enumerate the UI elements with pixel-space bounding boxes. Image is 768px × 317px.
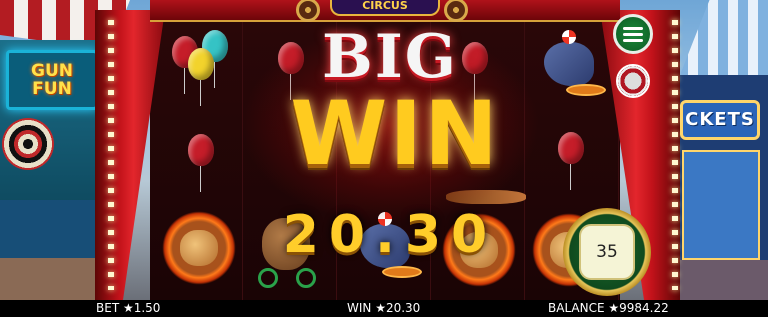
balloon-red-symbol [558, 132, 584, 190]
spin-button-value: 35 [579, 224, 635, 280]
left-light-bulbs [108, 20, 114, 290]
right-ground [673, 260, 768, 300]
right-light-bulbs [672, 20, 678, 290]
bet-display: BET ★1.50 [96, 301, 161, 315]
big-win-subtitle: WIN [290, 82, 500, 185]
seal-symbol [536, 30, 606, 100]
lion-symbol [158, 208, 240, 288]
reel-1 [150, 22, 243, 300]
dartboard-decoration [2, 118, 54, 170]
ticket-stand [682, 150, 760, 260]
balance-display: BALANCE ★9984.22 [548, 301, 669, 315]
big-win-title: BIG [321, 22, 459, 92]
left-ground [0, 258, 110, 300]
game-scene: GUN FUN CKETS CIRCUS BIG WIN 20.30 35 [0, 0, 768, 300]
chip-stack-icon[interactable] [616, 64, 650, 98]
balloon-red-symbol [188, 134, 214, 192]
tickets-sign: CKETS [680, 100, 760, 140]
balloon-yellow-symbol [188, 48, 214, 106]
left-counter [0, 200, 110, 260]
gun-fun-sign-line1: GUN [31, 61, 73, 81]
hamburger-menu-icon[interactable] [613, 14, 653, 54]
status-bar: BET ★1.50 WIN ★20.30 BALANCE ★9984.22 [0, 300, 768, 317]
gun-fun-sign-line2: FUN [32, 79, 72, 99]
gun-fun-sign: GUN FUN [6, 50, 98, 110]
game-logo: CIRCUS [330, 0, 440, 16]
win-amount-display: 20.30 [282, 205, 498, 265]
win-display: WIN ★20.30 [347, 301, 421, 315]
spin-button[interactable]: 35 [563, 208, 651, 296]
right-tent-roof [678, 0, 768, 80]
